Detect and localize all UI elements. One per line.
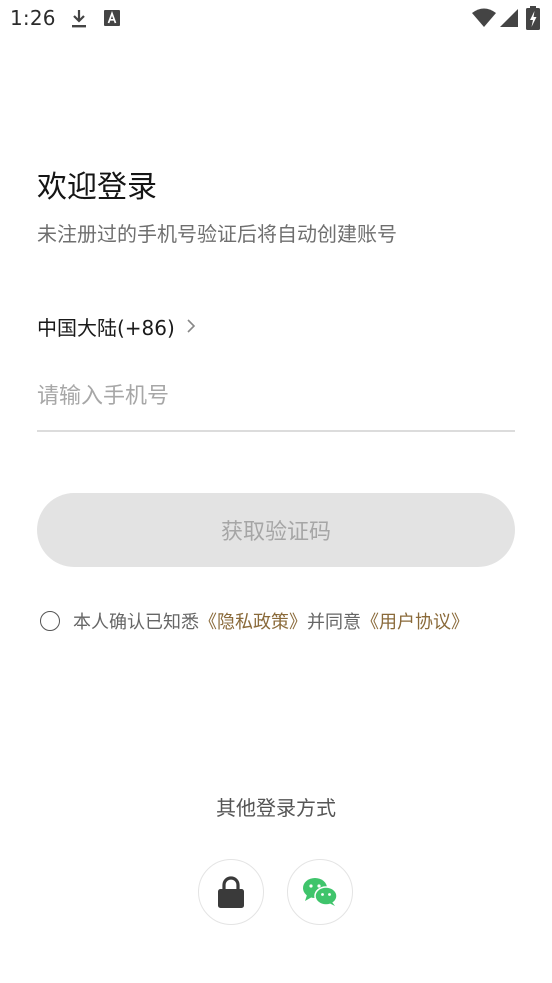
page-subtitle: 未注册过的手机号验证后将自动创建账号 [37,222,397,246]
agreement-middle: 并同意 [307,612,361,633]
country-code-label: 中国大陆(+86) [37,315,175,340]
phone-number-input[interactable] [37,374,515,418]
battery-icon [526,6,540,30]
agreement-prefix: 本人确认已知悉 [73,612,199,633]
page-title: 欢迎登录 [37,170,157,205]
get-code-button[interactable]: 获取验证码 [37,493,515,567]
download-icon [72,10,86,28]
a-icon [104,10,120,26]
signal-icon [500,9,518,27]
password-login-button[interactable] [198,859,264,925]
wechat-icon [303,878,338,906]
lock-icon [218,876,244,908]
wifi-icon [472,8,496,27]
agreement-checkbox[interactable] [40,611,60,631]
status-bar: 1:26 [0,0,552,38]
agreement-row: 本人确认已知悉 《隐私政策》 并同意 《用户协议》 [40,606,469,636]
country-selector[interactable]: 中国大陆(+86) [37,311,197,341]
chevron-right-icon [187,319,195,333]
privacy-policy-link[interactable]: 《隐私政策》 [199,608,307,634]
wechat-login-button[interactable] [287,859,353,925]
user-agreement-link[interactable]: 《用户协议》 [361,608,469,634]
other-login-label: 其他登录方式 [216,796,336,820]
status-time: 1:26 [10,6,56,30]
input-divider [37,430,515,432]
